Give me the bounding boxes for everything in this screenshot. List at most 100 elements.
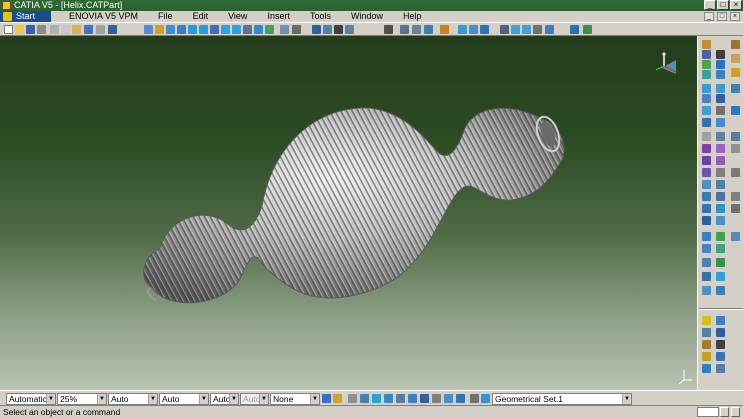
save-icon[interactable] — [26, 25, 35, 34]
helix-icon[interactable] — [716, 60, 725, 69]
menu-edit[interactable]: Edit — [183, 11, 219, 22]
connect-checker-icon[interactable] — [731, 232, 740, 241]
work-on-support-icon[interactable] — [420, 394, 429, 403]
sweep-icon[interactable] — [702, 106, 711, 115]
workbench-icon[interactable] — [731, 40, 740, 49]
line-icon[interactable] — [716, 50, 725, 59]
sketch-tool-icon[interactable] — [702, 40, 711, 49]
reference-icon[interactable] — [716, 340, 725, 349]
split-icon[interactable] — [702, 132, 711, 141]
sketch-plane-icon[interactable] — [456, 394, 465, 403]
fillet-icon[interactable] — [716, 144, 725, 153]
folder-icon[interactable] — [731, 68, 740, 77]
doc-minimize-button[interactable]: _ — [704, 12, 714, 21]
analysis-icon[interactable] — [458, 25, 467, 34]
redo-icon[interactable] — [96, 25, 105, 34]
cut-icon[interactable] — [50, 25, 59, 34]
parameter-icon[interactable] — [583, 25, 592, 34]
command-cancel-button[interactable] — [731, 407, 740, 417]
filter-icon[interactable] — [372, 394, 381, 403]
menu-enovia[interactable]: ENOVIA V5 VPM — [59, 11, 148, 22]
near-icon[interactable] — [702, 258, 711, 267]
pattern-icon[interactable] — [716, 180, 725, 189]
grid-tool-icon[interactable] — [716, 328, 725, 337]
layer-auto-combo[interactable]: Auto ▼ — [210, 393, 239, 405]
geometrical-set-combo[interactable]: Geometrical Set.1 ▼ — [492, 393, 632, 405]
view-filter-icon[interactable] — [408, 394, 417, 403]
inertia-icon[interactable] — [716, 352, 725, 361]
filter-2-icon[interactable] — [384, 394, 393, 403]
repetition-icon[interactable] — [702, 180, 711, 189]
iso-view-icon[interactable] — [221, 25, 230, 34]
catalog-tool-icon[interactable] — [702, 328, 711, 337]
geometrical-set-icon[interactable] — [481, 394, 490, 403]
text-icon[interactable] — [716, 316, 725, 325]
spline-icon[interactable] — [716, 70, 725, 79]
annotation-tool-icon[interactable] — [702, 316, 711, 325]
cylinder-icon[interactable] — [702, 94, 711, 103]
datum-icon[interactable] — [731, 192, 740, 201]
extrude-icon[interactable] — [702, 84, 711, 93]
compass-icon[interactable] — [655, 52, 677, 75]
undo-icon[interactable] — [84, 25, 93, 34]
menu-file[interactable]: File — [148, 11, 183, 22]
fly-mode-icon[interactable] — [144, 25, 153, 34]
untrim-icon[interactable] — [716, 258, 725, 267]
doc-close-button[interactable]: × — [730, 12, 740, 21]
point-icon[interactable] — [702, 50, 711, 59]
line-type-combo[interactable]: Automatic ▼ — [6, 393, 56, 405]
table-icon[interactable] — [702, 340, 711, 349]
select-icon[interactable] — [348, 394, 357, 403]
law-icon[interactable] — [702, 192, 711, 201]
offset-icon[interactable] — [716, 94, 725, 103]
grid-icon[interactable] — [424, 25, 433, 34]
zoom-in-icon[interactable] — [188, 25, 197, 34]
trim-icon[interactable] — [716, 132, 725, 141]
quick-select-icon[interactable] — [360, 394, 369, 403]
pan-icon[interactable] — [166, 25, 175, 34]
shading-icon[interactable] — [232, 25, 241, 34]
paste-icon[interactable] — [72, 25, 81, 34]
measure-icon[interactable] — [280, 25, 289, 34]
parallel-curve-icon[interactable] — [702, 216, 711, 225]
menu-insert[interactable]: Insert — [257, 11, 300, 22]
extract-icon[interactable] — [702, 144, 711, 153]
boundary-icon[interactable] — [731, 132, 740, 141]
helix-model[interactable] — [0, 36, 697, 390]
library-icon[interactable] — [731, 54, 740, 63]
render-icon[interactable] — [716, 364, 725, 373]
pocket-tool-icon[interactable] — [522, 25, 531, 34]
hole-tool-icon[interactable] — [533, 25, 542, 34]
start-menu[interactable]: Start — [0, 11, 52, 22]
annotation-icon[interactable] — [292, 25, 301, 34]
invert-icon[interactable] — [702, 286, 711, 295]
command-ok-button[interactable] — [720, 407, 729, 417]
minimize-button[interactable]: _ — [704, 0, 716, 10]
analysis-tool-icon[interactable] — [716, 232, 725, 241]
line-thickness-combo[interactable]: Auto ▼ — [108, 393, 158, 405]
rotate-tool-icon[interactable] — [702, 156, 711, 165]
3d-viewport[interactable] — [0, 36, 697, 390]
update-icon[interactable] — [312, 25, 321, 34]
surface-icon[interactable] — [702, 232, 711, 241]
power-input-field[interactable] — [697, 407, 719, 417]
constraint-icon[interactable] — [334, 25, 343, 34]
measure-tool-icon[interactable] — [702, 352, 711, 361]
open-icon[interactable] — [15, 25, 24, 34]
transparency-combo[interactable]: 25% ▼ — [57, 393, 107, 405]
project-icon[interactable] — [702, 204, 711, 213]
workbench-tool-icon[interactable] — [500, 25, 509, 34]
zoom-out-icon[interactable] — [199, 25, 208, 34]
doc-restore-button[interactable]: □ — [717, 12, 727, 21]
maximize-button[interactable]: □ — [717, 0, 729, 10]
affinity-icon[interactable] — [716, 168, 725, 177]
circle-icon[interactable] — [716, 216, 725, 225]
menu-tools[interactable]: Tools — [300, 11, 341, 22]
healing-icon[interactable] — [716, 244, 725, 253]
sphere-icon[interactable] — [731, 84, 740, 93]
layer-combo[interactable]: None ▼ — [270, 393, 320, 405]
translate-icon[interactable] — [731, 144, 740, 153]
view-tool-icon[interactable] — [702, 364, 711, 373]
sketch-icon[interactable] — [323, 25, 332, 34]
hide-show-icon[interactable] — [243, 25, 252, 34]
